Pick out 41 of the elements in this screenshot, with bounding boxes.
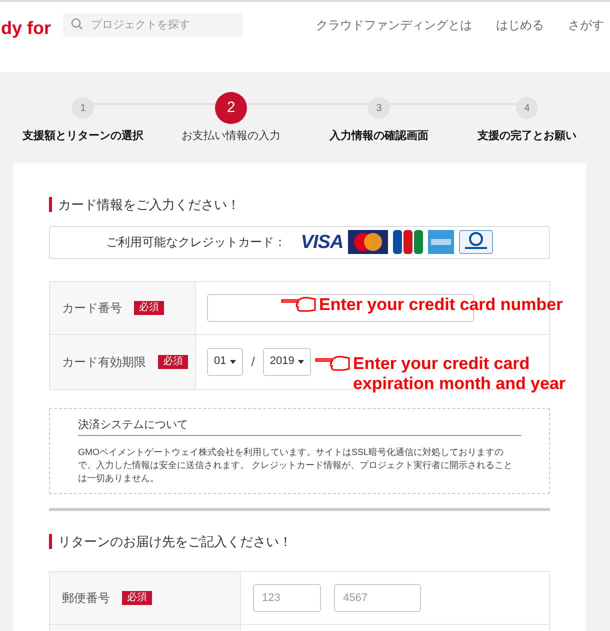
step-label: お支払い情報の入力 [182,129,280,144]
pointing-hand-icon [281,294,317,312]
required-badge: 必須 [158,354,188,368]
accepted-cards-label: ご利用可能なクレジットカード： [106,234,286,251]
pointing-hand-icon [315,354,351,372]
required-badge: 必須 [122,591,152,605]
mastercard-logo-icon [348,230,388,254]
section-heading: リターンのお届け先をご記入ください！ [49,534,550,549]
jcb-logo-icon [393,230,424,254]
step-number: 3 [368,97,390,119]
year-select[interactable]: 2019 [262,348,312,376]
step-label: 入力情報の確認画面 [330,128,428,144]
step-label: 支援額とリターンの選択 [22,128,144,144]
visa-logo: VISA [300,232,344,252]
field-label: カード有効期限 [62,354,146,370]
diners-club-logo-icon [459,230,494,254]
search-icon [71,18,84,30]
notice-text: GMOペイメントゲートウェイ株式会社を利用しています。サイトはSSL暗号化通信に対処しておりますので、入力した情報は安全に送信されます。 クレジットカード情報が、プロジェクト実行者に開示されることは一切ありません。 [78,446,514,485]
notice-title: 決済システムについて [78,416,521,436]
postal-code-field[interactable]: 4567 [334,584,421,612]
dropdown-caret-icon [230,360,236,364]
site-logo[interactable]: dy for [1,15,52,42]
section-heading: カード情報をご入力ください！ [49,196,550,212]
step-number: 4 [516,97,538,119]
nav-link[interactable]: クラウドファンディングとは [316,16,472,34]
annotation-text: Enter your credit card number [319,294,563,314]
step-label: 支援の完了とお願い [478,128,576,144]
month-select[interactable]: 01 [207,348,244,376]
search-field[interactable]: プロジェクトを探す [63,13,244,37]
postal-code-field[interactable]: 123 [253,584,321,612]
nav-link[interactable]: はじめる [496,16,544,34]
dropdown-caret-icon [298,360,304,364]
step-number: 1 [72,97,94,119]
annotation-text: Enter your credit card expiration month and year [353,354,566,394]
required-badge: 必須 [134,300,164,314]
nav-link[interactable]: さがす [568,16,604,34]
amex-logo-icon [428,230,454,254]
field-label: カード番号 [62,300,122,316]
date-separator: / [251,352,255,371]
field-label: 郵便番号 [62,590,110,607]
step-number: 2 [215,92,247,124]
